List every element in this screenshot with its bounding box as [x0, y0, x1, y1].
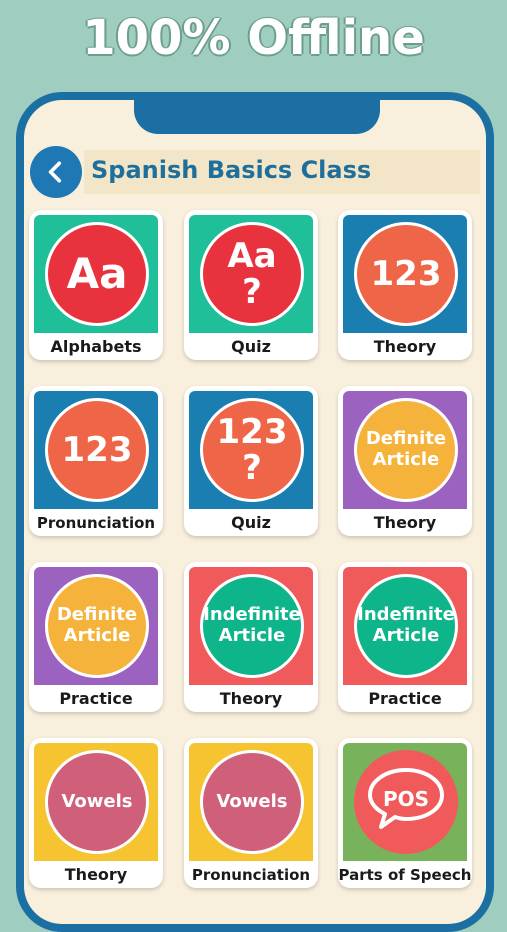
phone-notch — [134, 100, 380, 134]
tile-alphabets[interactable]: Aa Alphabets — [29, 210, 163, 360]
tile-image: Definite Article — [343, 391, 467, 509]
icon-text: Indefinite — [357, 604, 455, 626]
promo-title: 100% Offline — [82, 10, 425, 66]
tile-image: 123 — [343, 215, 467, 333]
tile-parts-of-speech[interactable]: POS Parts of Speech — [338, 738, 472, 888]
app-header: Spanish Basics Class — [24, 142, 486, 202]
tile-vowels-pronunciation[interactable]: Vowels Pronunciation — [184, 738, 318, 888]
icon-text: Article — [372, 449, 440, 470]
icon-text: Article — [372, 625, 440, 646]
tile-label: Parts of Speech — [338, 866, 472, 884]
numbers-quiz-icon: 123 ? — [200, 398, 304, 502]
indefinite-article-icon: Indefinite Article — [200, 574, 304, 678]
tile-image: 123 — [34, 391, 158, 509]
icon-text: Definite — [56, 604, 138, 626]
icon-text: Article — [218, 625, 286, 646]
icon-text: Definite — [365, 428, 447, 450]
icon-text: Article — [63, 625, 131, 646]
phone-frame: Spanish Basics Class Aa Alphabets Aa ? Q… — [16, 92, 494, 932]
chevron-left-icon — [48, 161, 62, 183]
tile-image: Indefinite Article — [189, 567, 313, 685]
tile-image: Definite Article — [34, 567, 158, 685]
tile-label: Quiz — [231, 513, 271, 532]
alphabet-quiz-icon: Aa ? — [200, 222, 304, 326]
tile-label: Theory — [64, 865, 128, 884]
tile-label: Theory — [373, 513, 437, 532]
definite-article-icon: Definite Article — [45, 574, 149, 678]
tile-label: Pronunciation — [36, 514, 156, 532]
tile-label: Alphabets — [50, 337, 142, 356]
icon-text: 123 — [370, 254, 442, 294]
icon-text: 123 — [61, 430, 133, 470]
back-button[interactable] — [30, 146, 82, 198]
tile-image: POS — [343, 743, 467, 861]
tile-image: Vowels — [34, 743, 158, 861]
icon-text: 123 — [216, 412, 288, 452]
page-title: Spanish Basics Class — [91, 156, 372, 184]
alphabet-icon: Aa — [45, 222, 149, 326]
tile-indefinite-article-practice[interactable]: Indefinite Article Practice — [338, 562, 472, 712]
icon-text: Indefinite — [203, 604, 301, 626]
tile-numbers-pronunciation[interactable]: 123 Pronunciation — [29, 386, 163, 536]
icon-text: Vowels — [216, 790, 288, 812]
icon-text: Vowels — [61, 790, 133, 812]
tile-vowels-theory[interactable]: Vowels Theory — [29, 738, 163, 888]
icon-text: Aa — [66, 249, 128, 298]
definite-article-icon: Definite Article — [354, 398, 458, 502]
numbers-icon: 123 — [354, 222, 458, 326]
speech-bubble-icon: POS — [354, 750, 458, 854]
tile-image: Indefinite Article — [343, 567, 467, 685]
vowels-icon: Vowels — [200, 750, 304, 854]
tile-image: 123 ? — [189, 391, 313, 509]
indefinite-article-icon: Indefinite Article — [354, 574, 458, 678]
tile-image: Aa — [34, 215, 158, 333]
icon-text: Aa — [227, 236, 277, 276]
icon-text: ? — [242, 272, 262, 312]
tile-image: Vowels — [189, 743, 313, 861]
vowels-icon: Vowels — [45, 750, 149, 854]
tile-definite-article-theory[interactable]: Definite Article Theory — [338, 386, 472, 536]
tile-definite-article-practice[interactable]: Definite Article Practice — [29, 562, 163, 712]
tile-image: Aa ? — [189, 215, 313, 333]
tile-label: Practice — [368, 689, 442, 708]
tile-label: Pronunciation — [191, 866, 311, 884]
tile-alphabet-quiz[interactable]: Aa ? Quiz — [184, 210, 318, 360]
tile-indefinite-article-theory[interactable]: Indefinite Article Theory — [184, 562, 318, 712]
numbers-icon: 123 — [45, 398, 149, 502]
icon-text: POS — [382, 786, 430, 811]
icon-text: ? — [242, 448, 262, 488]
tile-label: Quiz — [231, 337, 271, 356]
tile-numbers-theory[interactable]: 123 Theory — [338, 210, 472, 360]
tile-numbers-quiz[interactable]: 123 ? Quiz — [184, 386, 318, 536]
tile-label: Theory — [219, 689, 283, 708]
tile-label: Practice — [59, 689, 133, 708]
tile-label: Theory — [373, 337, 437, 356]
app-screen: Spanish Basics Class Aa Alphabets Aa ? Q… — [24, 100, 486, 924]
